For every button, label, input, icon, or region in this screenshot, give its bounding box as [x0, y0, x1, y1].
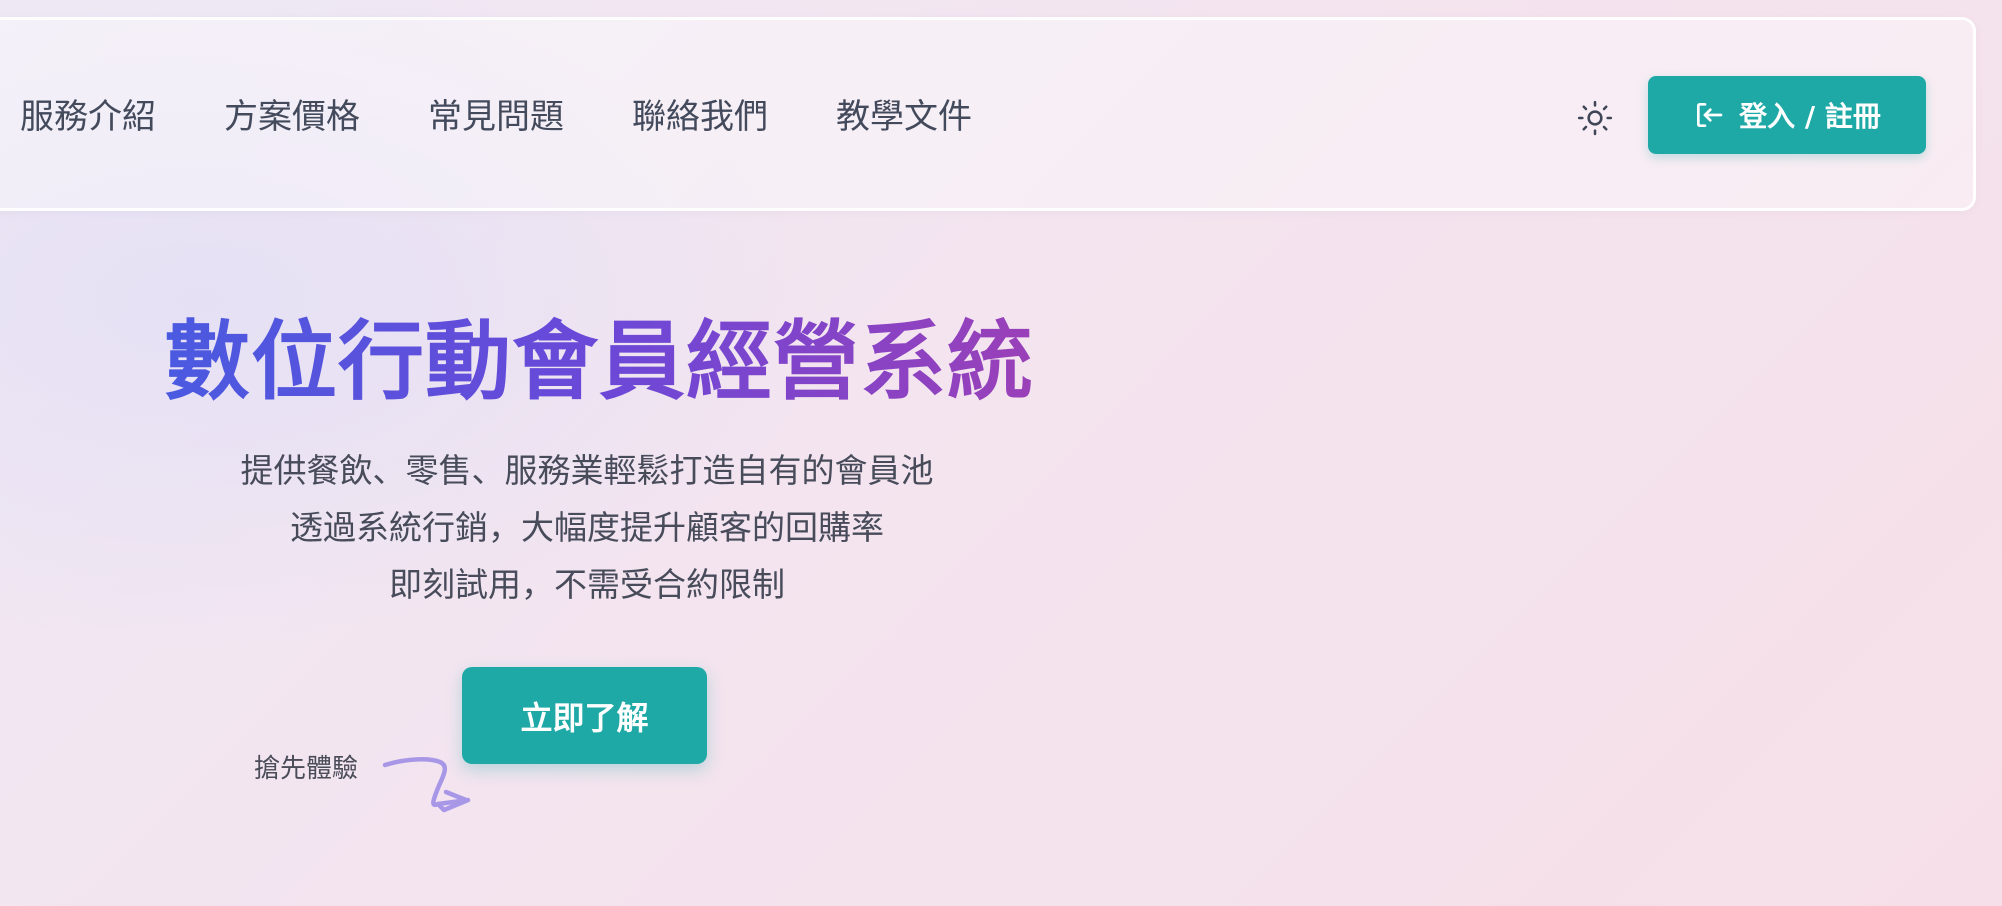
learn-more-button[interactable]: 立即了解 [462, 667, 707, 764]
nav-item-pricing[interactable]: 方案價格 [224, 95, 360, 139]
sun-icon [1577, 100, 1613, 136]
hero-description-line-2: 透過系統行銷，大幅度提升顧客的回購率 [290, 508, 884, 547]
nav-item-services[interactable]: 服務介紹 [20, 95, 156, 139]
hero-title: 數位行動會員經營系統 [164, 306, 1034, 418]
login-register-button[interactable]: 登入 / 註冊 [1648, 76, 1926, 154]
nav-item-contact[interactable]: 聯絡我們 [632, 95, 768, 139]
login-register-label: 登入 / 註冊 [1739, 100, 1881, 133]
early-access-hint: 搶先體驗 [254, 754, 359, 784]
nav-item-docs[interactable]: 教學文件 [836, 95, 972, 139]
learn-more-label: 立即了解 [520, 698, 649, 737]
theme-toggle-button[interactable] [1576, 99, 1614, 137]
hero-description-line-1: 提供餐飲、零售、服務業輕鬆打造自有的會員池 [240, 451, 934, 490]
arrow-doodle-icon [382, 757, 471, 813]
login-icon [1697, 103, 1723, 127]
hero-description-line-3: 即刻試用，不需受合約限制 [389, 565, 785, 604]
nav-item-faq[interactable]: 常見問題 [428, 95, 564, 139]
